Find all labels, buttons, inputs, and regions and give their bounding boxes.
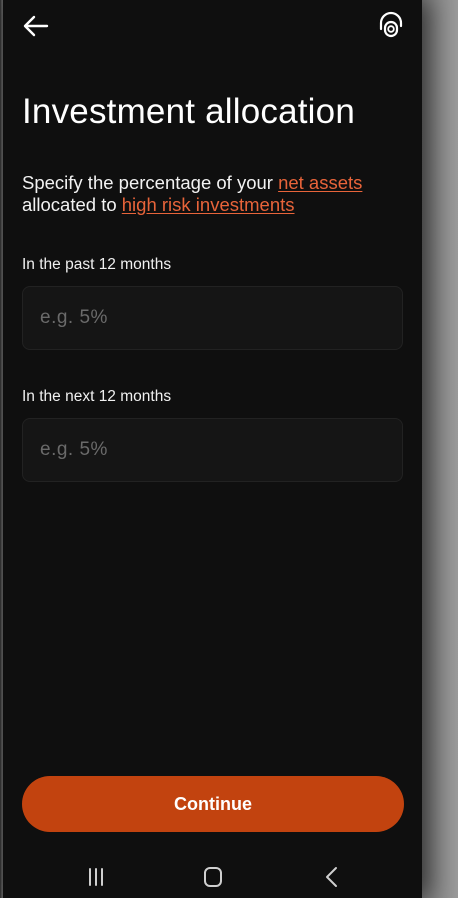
system-back-button[interactable] (317, 864, 347, 890)
recent-apps-button[interactable] (81, 864, 111, 890)
system-back-icon (326, 867, 337, 887)
support-button[interactable] (376, 11, 406, 41)
recent-apps-icon (89, 868, 103, 886)
headset-support-icon (379, 11, 403, 38)
arrow-left-icon (23, 15, 49, 37)
page-title: Investment allocation (22, 92, 355, 131)
past-12-months-input[interactable] (22, 286, 403, 350)
top-app-bar (3, 0, 422, 52)
page-description: Specify the percentage of your net asset… (22, 172, 412, 216)
home-button[interactable] (198, 864, 228, 890)
continue-button[interactable]: Continue (22, 776, 404, 832)
phone-screen: Investment allocation Specify the percen… (3, 0, 422, 898)
home-icon (204, 867, 222, 887)
description-middle: allocated to (22, 194, 122, 215)
net-assets-link[interactable]: net assets (278, 172, 362, 193)
past-12-months-label: In the past 12 months (22, 256, 172, 273)
next-12-months-input[interactable] (22, 418, 403, 482)
back-button[interactable] (21, 12, 51, 40)
description-prefix: Specify the percentage of your (22, 172, 279, 193)
high-risk-investments-link[interactable]: high risk investments (122, 194, 295, 215)
next-12-months-label: In the next 12 months (22, 388, 172, 405)
system-navigation-bar (3, 856, 422, 898)
